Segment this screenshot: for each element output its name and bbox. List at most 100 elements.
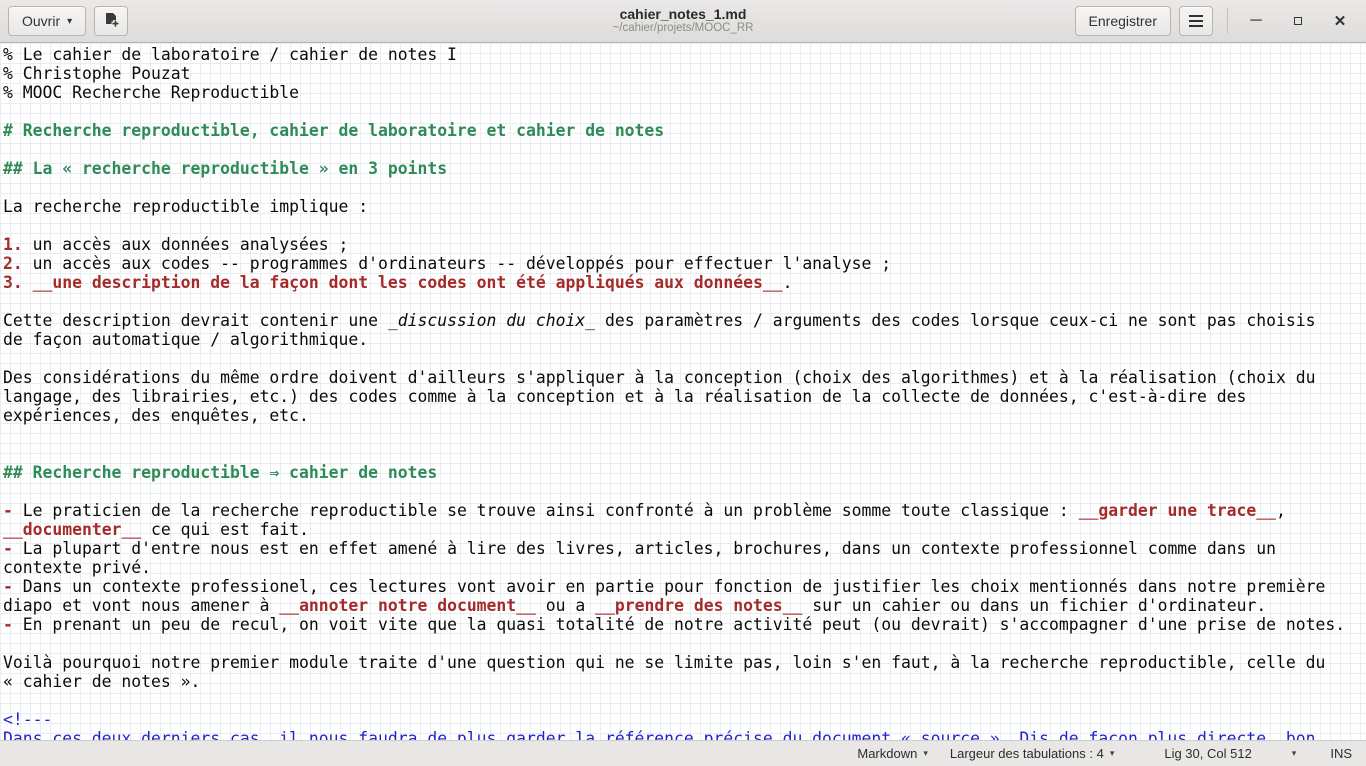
tab-width-selector[interactable]: Largeur des tabulations : 4 ▾ (950, 746, 1114, 761)
editor-line[interactable] (3, 140, 1366, 159)
close-button[interactable]: ✕ (1332, 13, 1348, 29)
editor-text-segment: ## La « recherche reproductible » en 3 p… (3, 159, 447, 178)
editor-text-segment: __ (595, 596, 615, 615)
document-path: ~/cahier/projets/MOOC_RR (408, 22, 958, 35)
minimize-button[interactable]: ─ (1248, 13, 1264, 29)
editor-text-segment: diapo et vont nous amener à (3, 596, 279, 615)
maximize-button[interactable] (1290, 13, 1306, 29)
editor-text-segment: % Christophe Pouzat (3, 64, 191, 83)
new-document-button[interactable] (94, 6, 128, 36)
save-button-label: Enregistrer (1089, 13, 1157, 29)
editor-line[interactable]: Des considérations du même ordre doivent… (3, 368, 1366, 387)
editor-text-segment: __ (763, 273, 783, 292)
editor-text-segment: La plupart d'entre nous est en effet ame… (23, 539, 1276, 558)
editor-text-segment: __ (33, 273, 53, 292)
header-left: Ouvrir ▾ (8, 6, 408, 36)
editor-text-segment: annoter notre document (299, 596, 516, 615)
editor-line[interactable]: <!--- (3, 710, 1366, 729)
editor-text-segment: La recherche reproductible implique : (3, 197, 368, 216)
editor-line[interactable] (3, 425, 1366, 444)
open-button[interactable]: Ouvrir ▾ (8, 6, 86, 36)
editor-text-segment: Dans ces deux derniers cas, il nous faud… (3, 729, 1315, 740)
editor-line[interactable]: - Le praticien de la recherche reproduct… (3, 501, 1366, 520)
chevron-down-icon: ▾ (923, 748, 928, 759)
editor-text-segment: __ (279, 596, 299, 615)
editor-text-segment: __ (1079, 501, 1099, 520)
editor-text-segment: de façon automatique / algorithmique. (3, 330, 368, 349)
editor-line[interactable] (3, 634, 1366, 653)
editor-line[interactable]: La recherche reproductible implique : (3, 197, 1366, 216)
editor-line[interactable]: 1. un accès aux données analysées ; (3, 235, 1366, 254)
editor-line[interactable] (3, 216, 1366, 235)
editor-text-segment: 2. (3, 254, 33, 273)
editor-line[interactable] (3, 178, 1366, 197)
status-bar: Markdown ▾ Largeur des tabulations : 4 ▾… (0, 740, 1366, 766)
editor-text-segment: __ (516, 596, 536, 615)
cursor-position-button[interactable]: Lig 30, Col 512 (1164, 746, 1251, 761)
editor-line[interactable] (3, 349, 1366, 368)
editor-line[interactable]: 3. __une description de la façon dont le… (3, 273, 1366, 292)
text-editor-area[interactable]: % Le cahier de laboratoire / cahier de n… (0, 43, 1366, 740)
hamburger-menu-icon (1189, 15, 1203, 27)
editor-line[interactable]: - Dans un contexte professionel, ces lec… (3, 577, 1366, 596)
editor-line[interactable]: - En prenant un peu de recul, on voit vi… (3, 615, 1366, 634)
editor-line[interactable]: de façon automatique / algorithmique. (3, 330, 1366, 349)
header-bar: Ouvrir ▾ cahier_notes_1.md ~/cahier/proj… (0, 0, 1366, 43)
editor-line[interactable]: # Recherche reproductible, cahier de lab… (3, 121, 1366, 140)
editor-text-segment: # Recherche reproductible, cahier de lab… (3, 121, 664, 140)
editor-line[interactable]: « cahier de notes ». (3, 672, 1366, 691)
editor-line[interactable] (3, 444, 1366, 463)
open-button-label: Ouvrir (22, 13, 60, 29)
tab-width-label: Largeur des tabulations : 4 (950, 746, 1104, 761)
editor-line[interactable]: ## Recherche reproductible ⇒ cahier de n… (3, 463, 1366, 482)
cursor-position-label: Lig 30, Col 512 (1164, 746, 1251, 761)
editor-text-segment: langage, des librairies, etc.) des codes… (3, 387, 1246, 406)
editor-text-segment: un accès aux codes -- programmes d'ordin… (33, 254, 892, 273)
editor-text-segment: _discussion du choix_ (388, 311, 595, 330)
editor-line[interactable]: ## La « recherche reproductible » en 3 p… (3, 159, 1366, 178)
editor-line[interactable]: % MOOC Recherche Reproductible (3, 83, 1366, 102)
editor-line[interactable]: expériences, des enquêtes, etc. (3, 406, 1366, 425)
save-button[interactable]: Enregistrer (1075, 6, 1171, 36)
editor-text-segment: un accès aux données analysées ; (33, 235, 349, 254)
editor-line[interactable] (3, 691, 1366, 710)
editor-line[interactable]: langage, des librairies, etc.) des codes… (3, 387, 1366, 406)
editor-text-segment: « cahier de notes ». (3, 672, 200, 691)
chevron-down-icon: ▾ (1292, 748, 1297, 759)
editor-line[interactable]: contexte privé. (3, 558, 1366, 577)
chevron-down-icon: ▾ (67, 16, 72, 27)
editor-text-segment: 1. (3, 235, 33, 254)
editor-line[interactable]: diapo et vont nous amener à __annoter no… (3, 596, 1366, 615)
new-document-icon (103, 12, 119, 31)
editor-text-segment: , (1276, 501, 1286, 520)
editor-text-segment: - (3, 501, 23, 520)
editor-line[interactable]: % Le cahier de laboratoire / cahier de n… (3, 45, 1366, 64)
editor-text-segment: - (3, 539, 23, 558)
editor-line[interactable]: - La plupart d'entre nous est en effet a… (3, 539, 1366, 558)
document-title: cahier_notes_1.md (408, 6, 958, 22)
editor-text-segment: __ (121, 520, 141, 539)
editor-line[interactable]: __documenter__ ce qui est fait. (3, 520, 1366, 539)
editor-text-segment: En prenant un peu de recul, on voit vite… (23, 615, 1345, 634)
editor-line[interactable] (3, 482, 1366, 501)
editor-line[interactable]: 2. un accès aux codes -- programmes d'or… (3, 254, 1366, 273)
editor-line[interactable]: Cette description devrait contenir une _… (3, 311, 1366, 330)
editor-line[interactable]: Dans ces deux derniers cas, il nous faud… (3, 729, 1366, 740)
editor-text-segment: prendre des notes (615, 596, 783, 615)
insert-mode-indicator: INS (1330, 746, 1352, 761)
editor-line[interactable] (3, 102, 1366, 121)
editor-text-segment: ## Recherche reproductible ⇒ cahier de n… (3, 463, 437, 482)
editor-line[interactable]: Voilà pourquoi notre premier module trai… (3, 653, 1366, 672)
editor-text-segment: ou a (536, 596, 595, 615)
editor-text-segment: . (783, 273, 793, 292)
editor-text-segment: contexte privé. (3, 558, 151, 577)
editor-text-segment: % MOOC Recherche Reproductible (3, 83, 299, 102)
language-selector[interactable]: Markdown ▾ (857, 746, 928, 761)
menu-button[interactable] (1179, 6, 1213, 36)
editor-text-segment: __ (783, 596, 803, 615)
editor-line[interactable] (3, 292, 1366, 311)
header-separator (1227, 8, 1228, 34)
window-controls: ─ ✕ (1242, 13, 1358, 29)
editor-text-segment: - (3, 615, 23, 634)
editor-line[interactable]: % Christophe Pouzat (3, 64, 1366, 83)
